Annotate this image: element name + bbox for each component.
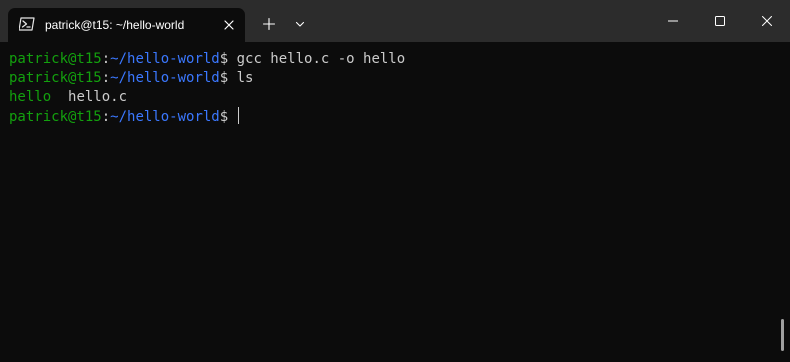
terminal-output[interactable]: patrick@t15:~/hello-world$ gcc hello.c -… (0, 42, 790, 362)
terminal-line: patrick@t15:~/hello-world$ (9, 107, 239, 126)
prompt-colon: : (101, 51, 111, 67)
terminal-line: hello hello.c (9, 88, 127, 107)
tab-active[interactable]: patrick@t15: ~/hello-world (8, 8, 245, 42)
prompt-path: ~/hello-world (110, 109, 220, 125)
terminal-line: patrick@t15:~/hello-world$ gcc hello.c -… (9, 50, 405, 69)
prompt-path: ~/hello-world (110, 51, 220, 67)
prompt-colon: : (101, 109, 111, 125)
output-file: hello.c (68, 89, 128, 105)
chevron-down-icon (289, 21, 311, 39)
new-tab-button[interactable] (258, 13, 280, 35)
close-icon[interactable] (221, 17, 237, 33)
minimize-button[interactable] (650, 0, 696, 42)
output-separator (51, 89, 68, 105)
command-text: gcc hello.c -o hello (236, 51, 406, 67)
prompt-symbol: $ (219, 109, 237, 125)
powershell-icon (18, 17, 35, 31)
prompt-user: patrick@t15 (9, 109, 102, 125)
tab-dropdown-button[interactable] (289, 13, 311, 35)
prompt-user: patrick@t15 (9, 70, 102, 86)
prompt-user: patrick@t15 (9, 51, 102, 67)
scrollbar-thumb[interactable] (781, 319, 784, 351)
plus-icon (258, 17, 280, 39)
terminal-window: patrick@t15: ~/hello-world patrick@t15:~… (0, 0, 790, 362)
prompt-path: ~/hello-world (110, 70, 220, 86)
command-text: ls (236, 70, 254, 86)
text-cursor (237, 107, 239, 124)
prompt-symbol: $ (219, 70, 237, 86)
terminal-line: patrick@t15:~/hello-world$ ls (9, 69, 253, 88)
output-executable: hello (9, 89, 52, 105)
prompt-colon: : (101, 70, 111, 86)
maximize-button[interactable] (697, 0, 743, 42)
prompt-symbol: $ (219, 51, 237, 67)
close-button[interactable] (744, 0, 790, 42)
title-bar[interactable]: patrick@t15: ~/hello-world (0, 0, 790, 42)
tab-title: patrick@t15: ~/hello-world (45, 18, 185, 32)
